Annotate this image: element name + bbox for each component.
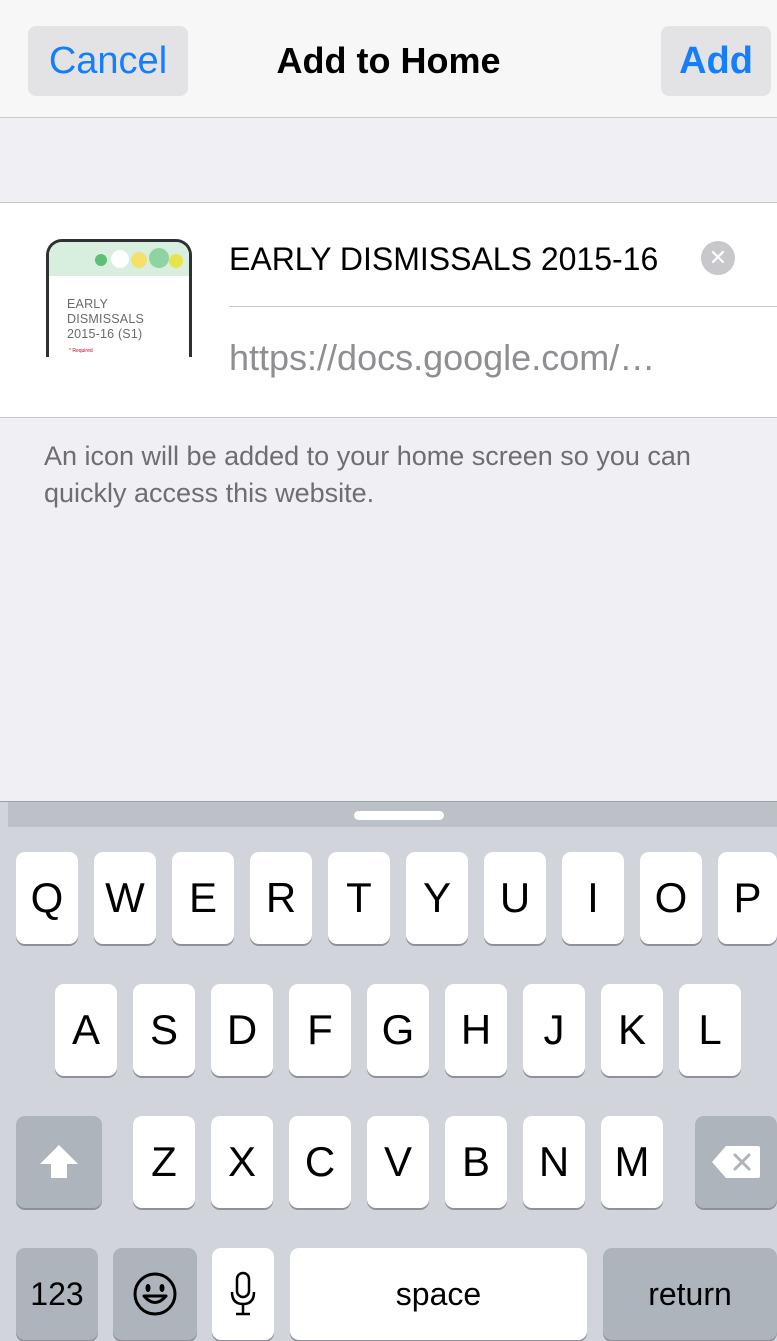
key-g[interactable]: G [367,984,429,1076]
thumbnail-line: DISMISSALS [67,312,145,326]
key-k[interactable]: K [601,984,663,1076]
key-r[interactable]: R [250,852,312,944]
key-a[interactable]: A [55,984,117,1076]
thumbnail-header [49,242,189,276]
thumbnail-dot [131,252,147,268]
numbers-key[interactable]: 123 [16,1248,98,1340]
key-v[interactable]: V [367,1116,429,1208]
key-m[interactable]: M [601,1116,663,1208]
title-input-text[interactable]: EARLY DISMISSALS 2015-16 [229,237,687,307]
url-label: https://docs.google.com/… [229,337,656,378]
site-thumbnail: EARLY DISMISSALS 2015-16 (S1) * Required [46,239,192,357]
thumbnail-line: EARLY [67,297,109,311]
shift-arrow-icon [40,1145,78,1178]
key-z[interactable]: Z [133,1116,195,1208]
key-l[interactable]: L [679,984,741,1076]
thumbnail-required-note: * Required [69,348,93,354]
navigation-bar: Cancel Add to Home Add [0,0,777,118]
keyboard-handle[interactable] [354,811,444,820]
key-b[interactable]: B [445,1116,507,1208]
thumbnail-line: 2015-16 (S1) [67,327,143,341]
thumbnail-dot [111,250,129,268]
thumbnail-dot [149,248,169,268]
dictation-key[interactable] [212,1248,274,1340]
title-field[interactable]: EARLY DISMISSALS 2015-16 ✕ [229,237,777,307]
key-o[interactable]: O [640,852,702,944]
clear-circle-icon[interactable]: ✕ [701,241,735,275]
key-q[interactable]: Q [16,852,78,944]
emoji-icon [133,1272,177,1316]
space-key[interactable]: space [290,1248,587,1340]
key-s[interactable]: S [133,984,195,1076]
keyboard: Q W E R T Y U I O P A S D F G H J K L Z … [0,801,777,1341]
key-h[interactable]: H [445,984,507,1076]
thumbnail-dot [169,254,183,268]
key-w[interactable]: W [94,852,156,944]
key-n[interactable]: N [523,1116,585,1208]
emoji-key[interactable] [113,1248,197,1340]
key-x[interactable]: X [211,1116,273,1208]
backspace-icon [712,1146,760,1178]
add-button[interactable]: Add [661,26,771,96]
key-y[interactable]: Y [406,852,468,944]
key-c[interactable]: C [289,1116,351,1208]
key-d[interactable]: D [211,984,273,1076]
key-u[interactable]: U [484,852,546,944]
shift-key[interactable] [16,1116,102,1208]
info-text: An icon will be added to your home scree… [44,441,691,508]
thumbnail-text: EARLY DISMISSALS 2015-16 (S1) [67,297,144,342]
key-f[interactable]: F [289,984,351,1076]
key-j[interactable]: J [523,984,585,1076]
thumbnail-dot [95,254,107,266]
return-key[interactable]: return [603,1248,777,1340]
bookmark-card: EARLY DISMISSALS 2015-16 (S1) * Required… [0,202,777,418]
key-e[interactable]: E [172,852,234,944]
cancel-button[interactable]: Cancel [28,26,188,96]
key-p[interactable]: P [718,852,777,944]
microphone-icon [230,1271,256,1316]
delete-key[interactable] [695,1116,777,1208]
key-t[interactable]: T [328,852,390,944]
key-i[interactable]: I [562,852,624,944]
